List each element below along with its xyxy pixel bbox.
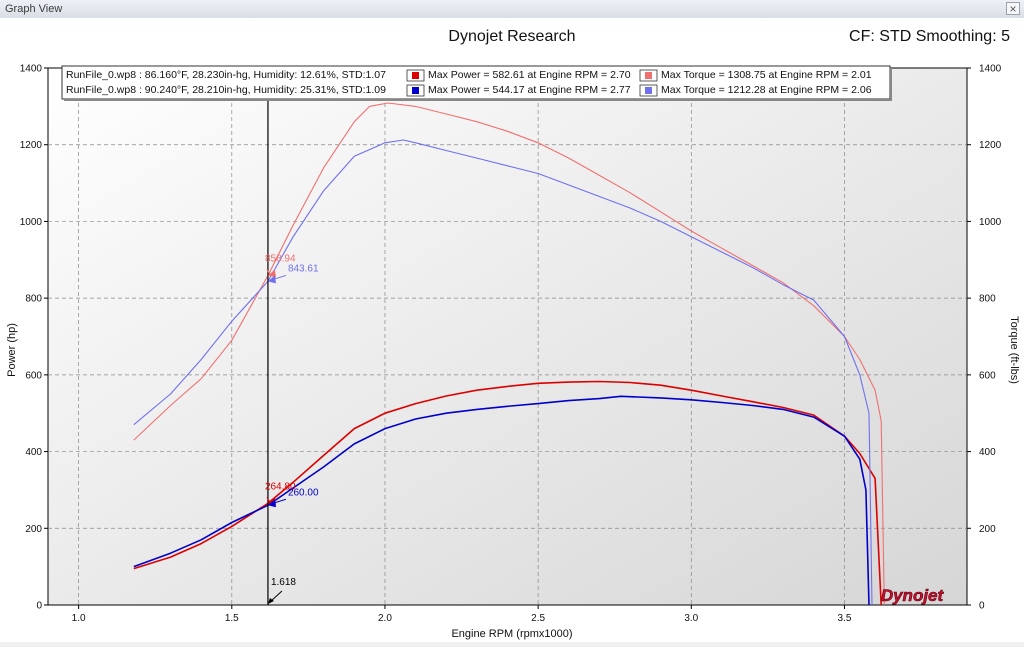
y2-tick-label: 200 <box>979 524 996 535</box>
y2-tick-label: 0 <box>979 601 985 612</box>
cursor-value-label: 843.61 <box>288 263 319 274</box>
y2-tick-label: 1000 <box>979 217 1002 228</box>
y-tick-label: 200 <box>25 524 42 535</box>
y-tick-label: 1200 <box>20 140 43 151</box>
window-titlebar: Graph View × <box>0 0 1024 19</box>
legend-run2-torque: Max Torque = 1212.28 at Engine RPM = 2.0… <box>661 84 872 96</box>
legend-run2-file: RunFile_0.wp8 : 90.240°F, 28.210in-hg, H… <box>66 84 386 96</box>
x-axis-title: Engine RPM (rpmx1000) <box>451 628 572 640</box>
x-tick-label: 1.0 <box>72 613 86 624</box>
y-tick-label: 1000 <box>20 217 43 228</box>
plot-area <box>47 67 968 606</box>
cf-smoothing-label: CF: STD Smoothing: 5 <box>849 28 1010 45</box>
close-icon[interactable]: × <box>1006 2 1020 16</box>
window-title: Graph View <box>5 3 63 15</box>
y2-tick-label: 1400 <box>979 64 1002 75</box>
y-tick-label: 1400 <box>20 64 43 75</box>
legend-run2-power-swatch <box>412 87 419 94</box>
x-tick-label: 1.5 <box>225 613 239 624</box>
y2-tick-label: 600 <box>979 370 996 381</box>
dynojet-logo-text: Dynojet <box>881 586 945 605</box>
graph-view: 1.618 858.94 843.61 264.80 260.00 1.0 1.5 2.0 2… <box>0 18 1024 642</box>
y-tick-label: 0 <box>36 601 42 612</box>
cursor-value-label: 260.00 <box>288 487 319 498</box>
legend: RunFile_0.wp8 : 86.160°F, 28.230in-hg, H… <box>61 65 892 101</box>
dyno-chart: 1.618858.94843.61264.80260.00 1.0 1.5 2.0 2… <box>0 18 1024 642</box>
y-tick-label: 600 <box>25 370 42 381</box>
legend-run1-power-swatch <box>412 72 419 79</box>
cursor-x-label: 1.618 <box>271 577 296 588</box>
dynojet-logo: Dynojet <box>881 586 945 606</box>
y-tick-label: 400 <box>25 447 42 458</box>
x-tick-label: 2.0 <box>378 613 392 624</box>
y2-tick-label: 400 <box>979 447 996 458</box>
legend-run1-file: RunFile_0.wp8 : 86.160°F, 28.230in-hg, H… <box>66 69 386 81</box>
y2-tick-label: 1200 <box>979 140 1002 151</box>
x-tick-label: 2.5 <box>531 613 545 624</box>
y2-axis-title: Torque (ft-lbs) <box>1008 316 1020 384</box>
y-tick-label: 800 <box>25 294 42 305</box>
legend-run1-torque-swatch <box>645 72 652 79</box>
x-tick-label: 3.0 <box>684 613 698 624</box>
x-tick-label: 3.5 <box>838 613 852 624</box>
legend-run1-torque: Max Torque = 1308.75 at Engine RPM = 2.0… <box>661 69 872 81</box>
chart-title: Dynojet Research <box>448 28 575 45</box>
legend-run2-power: Max Power = 544.17 at Engine RPM = 2.77 <box>428 84 631 96</box>
y2-tick-label: 800 <box>979 294 996 305</box>
legend-run2-torque-swatch <box>645 87 652 94</box>
y-axis-title: Power (hp) <box>6 323 18 377</box>
legend-run1-power: Max Power = 582.61 at Engine RPM = 2.70 <box>428 69 631 81</box>
